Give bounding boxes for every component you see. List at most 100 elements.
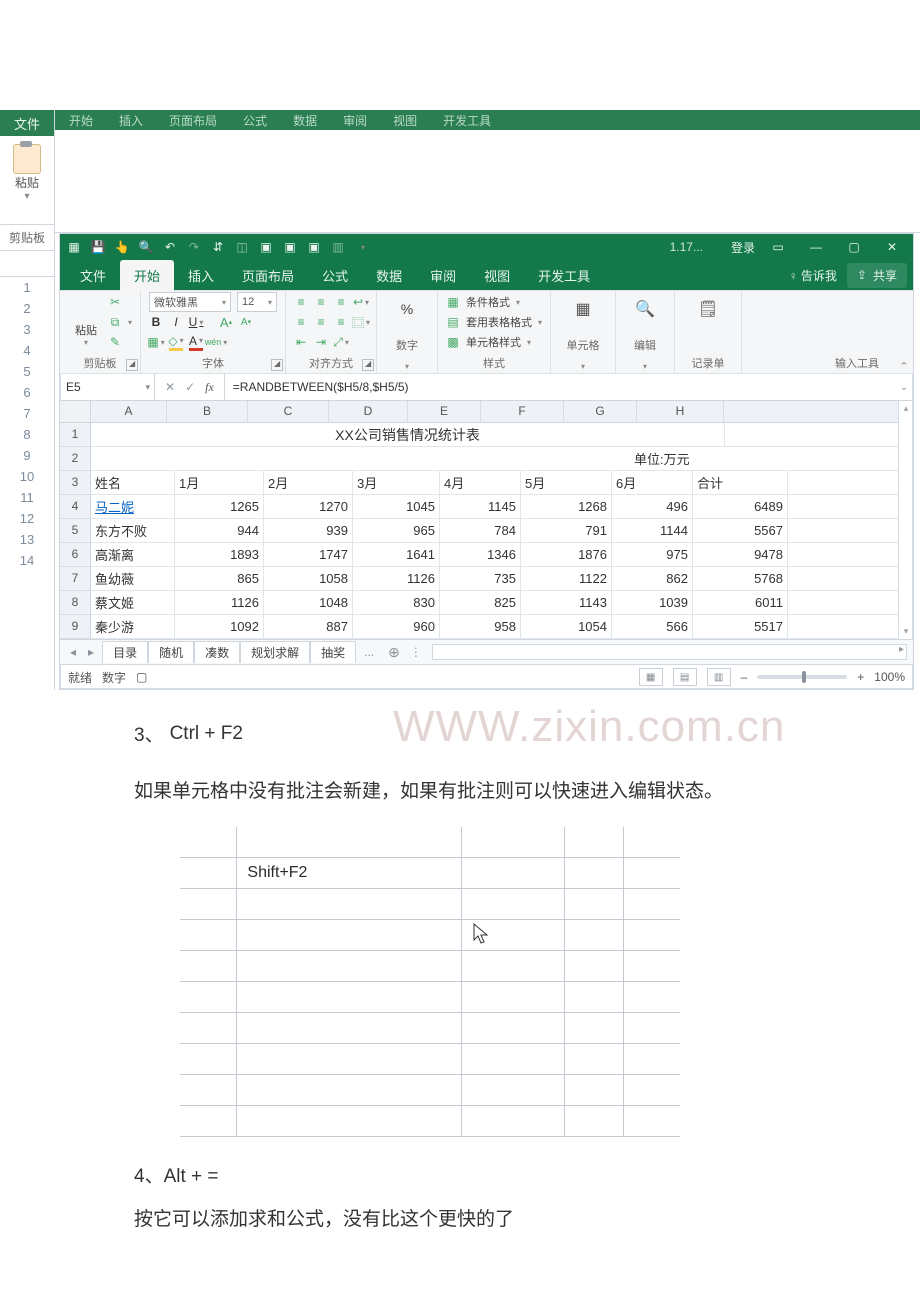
outer-tab[interactable]: 审阅	[343, 112, 367, 129]
ribbon-tab[interactable]: 数据	[362, 260, 416, 291]
row-header[interactable]: 7	[60, 567, 90, 591]
sheet-nav-prev[interactable]: ◂	[66, 645, 80, 659]
quick-icon-1[interactable]: ◫	[234, 239, 250, 255]
close-button[interactable]: ✕	[877, 236, 907, 258]
merge-center-icon[interactable]: ⿴	[354, 315, 368, 329]
qat-customize-icon[interactable]	[354, 239, 370, 255]
quick-icon-2[interactable]: ▣	[282, 239, 298, 255]
font-decrease-icon[interactable]: A▾	[239, 315, 253, 329]
cell-styles-button[interactable]: ▩单元格样式▾	[446, 333, 542, 351]
zoom-out-button[interactable]: –	[741, 670, 748, 684]
font-increase-icon[interactable]: A▴	[219, 315, 233, 329]
outer-row-header[interactable]: 11	[0, 487, 54, 508]
font-color-button[interactable]: A	[189, 334, 203, 351]
sheet-nav-next[interactable]: ▸	[84, 645, 98, 659]
ribbon-tab[interactable]: 页面布局	[228, 260, 308, 291]
fill-color-button[interactable]: ◇	[169, 334, 183, 351]
ribbon-tab[interactable]: 插入	[174, 260, 228, 291]
align-center-icon[interactable]: ≡	[314, 315, 328, 329]
row-header[interactable]: 4	[60, 495, 90, 519]
zoom-level[interactable]: 100%	[874, 670, 905, 684]
outer-row-header[interactable]: 5	[0, 361, 54, 382]
row-header[interactable]: 9	[60, 615, 90, 639]
name-box[interactable]: E5 ▾	[60, 374, 155, 400]
zoom-in-button[interactable]: +	[857, 670, 864, 684]
outer-row-header[interactable]: 10	[0, 466, 54, 487]
underline-button[interactable]: U	[189, 315, 203, 329]
column-header[interactable]: A	[91, 401, 167, 422]
undo-icon[interactable]: ↶	[162, 239, 178, 255]
outer-row-header[interactable]: 8	[0, 424, 54, 445]
clipboard-dialog-launcher[interactable]: ◢	[126, 359, 138, 371]
row-header[interactable]: 8	[60, 591, 90, 615]
align-left-icon[interactable]: ≡	[294, 315, 308, 329]
print-preview-icon[interactable]: 🔍	[138, 239, 154, 255]
number-format-button[interactable]: %	[385, 293, 429, 325]
sheet-tab[interactable]: 目录	[102, 641, 148, 663]
collapse-ribbon-button[interactable]: ⌃	[895, 291, 913, 373]
outer-row-header[interactable]: 9	[0, 445, 54, 466]
copy-icon[interactable]: ⧉	[108, 315, 122, 329]
scroll-up-button[interactable]: ▴	[904, 401, 909, 414]
formula-input[interactable]: =RANDBETWEEN($H5/8,$H5/5)	[225, 380, 895, 394]
align-right-icon[interactable]: ≡	[334, 315, 348, 329]
column-header[interactable]: E	[408, 401, 481, 422]
select-all-corner[interactable]	[60, 401, 90, 423]
row-header[interactable]: 1	[60, 423, 90, 447]
outer-row-header[interactable]: 2	[0, 298, 54, 319]
record-form-button[interactable]: 🗒	[683, 293, 733, 325]
outer-row-header[interactable]: 3	[0, 319, 54, 340]
italic-button[interactable]: I	[169, 315, 183, 329]
spreadsheet-grid[interactable]: 123456789 ABCDEFGH XX公司销售情况统计表 单位:万元	[60, 401, 913, 639]
row-header[interactable]: 2	[60, 447, 90, 471]
enter-edit-button[interactable]: ✓	[185, 380, 195, 394]
ribbon-tab[interactable]: 开发工具	[524, 260, 604, 291]
sheet-tab[interactable]: 抽奖	[310, 641, 356, 663]
format-painter-icon[interactable]: ✎	[108, 335, 122, 349]
scroll-down-button[interactable]: ▾	[904, 626, 909, 639]
login-button[interactable]: 登录	[731, 239, 755, 256]
sheet-tabs-more[interactable]: ...	[360, 645, 378, 659]
outer-select-all-corner[interactable]	[0, 261, 54, 277]
outer-row-header[interactable]: 12	[0, 508, 54, 529]
outer-tab[interactable]: 插入	[119, 112, 143, 129]
outer-row-header[interactable]: 4	[0, 340, 54, 361]
quick-icon-4[interactable]: ▥	[330, 239, 346, 255]
outer-tab[interactable]: 页面布局	[169, 112, 217, 129]
minimize-button[interactable]: —	[801, 236, 831, 258]
add-sheet-button[interactable]: ⊕	[382, 644, 406, 661]
outer-row-header[interactable]: 7	[0, 403, 54, 424]
sheet-tab[interactable]: 随机	[148, 641, 194, 663]
outer-tab[interactable]: 开发工具	[443, 112, 491, 129]
align-middle-icon[interactable]: ≡	[314, 295, 328, 309]
phonetic-button[interactable]: wén	[209, 335, 223, 349]
column-header[interactable]: B	[167, 401, 248, 422]
alignment-dialog-launcher[interactable]: ◢	[362, 359, 374, 371]
decrease-indent-icon[interactable]: ⇤	[294, 335, 308, 349]
camera-icon[interactable]: ▣	[258, 239, 274, 255]
orientation-icon[interactable]: ⤢	[334, 335, 348, 349]
outer-tab[interactable]: 数据	[293, 112, 317, 129]
align-top-icon[interactable]: ≡	[294, 295, 308, 309]
font-size-select[interactable]: 12 ▾	[237, 292, 277, 312]
column-header[interactable]: D	[329, 401, 408, 422]
ribbon-tab[interactable]: 开始	[120, 260, 174, 291]
cells-button[interactable]: ▦	[559, 293, 607, 325]
font-dialog-launcher[interactable]: ◢	[271, 359, 283, 371]
sheet-tab[interactable]: 凑数	[194, 641, 240, 663]
cancel-edit-button[interactable]: ✕	[165, 380, 175, 394]
outer-row-header[interactable]: 1	[0, 277, 54, 298]
outer-row-header[interactable]: 13	[0, 529, 54, 550]
ribbon-tab[interactable]: 审阅	[416, 260, 470, 291]
macro-record-icon[interactable]: ▢	[136, 670, 147, 684]
paste-button[interactable]: 粘贴 ▾	[68, 293, 104, 351]
row-header[interactable]: 3	[60, 471, 90, 495]
find-select-button[interactable]: 🔍	[624, 293, 666, 325]
outer-row-header[interactable]: 14	[0, 550, 54, 571]
row-header[interactable]: 5	[60, 519, 90, 543]
zoom-slider[interactable]	[757, 675, 847, 679]
sheet-tab[interactable]: 规划求解	[240, 641, 310, 663]
column-headers[interactable]: ABCDEFGH	[91, 401, 898, 423]
borders-button[interactable]: ▦	[149, 335, 163, 349]
column-header[interactable]: F	[481, 401, 564, 422]
